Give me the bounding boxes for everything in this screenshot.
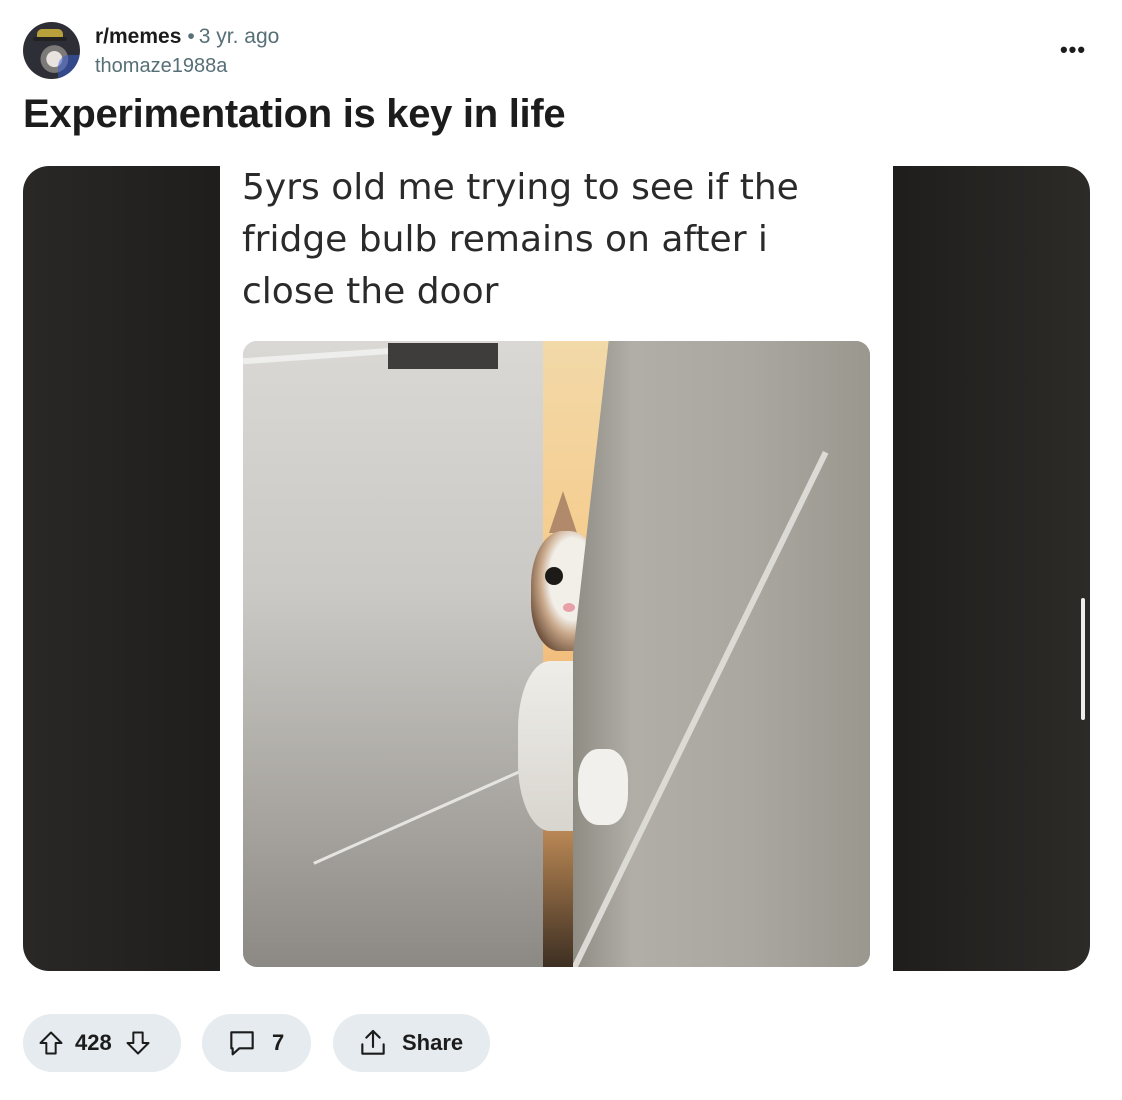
upvote-button[interactable] xyxy=(37,1029,65,1057)
meme-caption: 5yrs old me trying to see if the fridge … xyxy=(242,167,799,312)
door-trim xyxy=(243,347,394,365)
cat-paw xyxy=(578,749,628,825)
cat-door-photo xyxy=(243,341,870,967)
post-media[interactable]: 5yrs old me trying to see if the fridge … xyxy=(23,166,1090,971)
left-door xyxy=(243,341,561,967)
upvote-arrow-icon xyxy=(39,1031,63,1055)
cat-nose xyxy=(563,603,575,612)
share-upload-icon xyxy=(361,1029,385,1055)
more-options-button[interactable]: ••• xyxy=(1058,38,1088,62)
downvote-button[interactable] xyxy=(124,1029,152,1057)
subreddit-link[interactable]: r/memes xyxy=(95,25,181,48)
meta-separator: • xyxy=(187,25,195,48)
more-options-icon: ••• xyxy=(1059,37,1087,62)
door-hinge xyxy=(388,343,498,369)
author-link[interactable]: thomaze1988a xyxy=(95,53,227,79)
comment-count: 7 xyxy=(272,1030,285,1055)
meme-image: 5yrs old me trying to see if the fridge … xyxy=(220,166,1085,971)
post-title[interactable]: Experimentation is key in life xyxy=(23,90,566,138)
avatar-hatband xyxy=(33,37,67,41)
vote-bar: 428 xyxy=(23,1014,181,1072)
share-label: Share xyxy=(402,1030,464,1055)
image-scroll-indicator xyxy=(1081,598,1085,720)
post-age: 3 yr. ago xyxy=(198,25,280,48)
comments-button[interactable]: 7 xyxy=(202,1014,311,1072)
door-edge xyxy=(313,760,543,865)
vote-count: 428 xyxy=(75,1030,112,1055)
avatar-accent xyxy=(58,55,80,79)
cat-ear xyxy=(549,491,577,533)
share-button[interactable]: Share xyxy=(333,1014,490,1072)
right-door xyxy=(573,341,870,967)
subreddit-avatar[interactable] xyxy=(23,22,80,79)
comment-bubble-icon xyxy=(230,1031,254,1056)
post-meta: r/memes • 3 yr. ago xyxy=(95,24,279,50)
downvote-arrow-icon xyxy=(126,1031,150,1055)
cat-eye xyxy=(545,567,563,585)
